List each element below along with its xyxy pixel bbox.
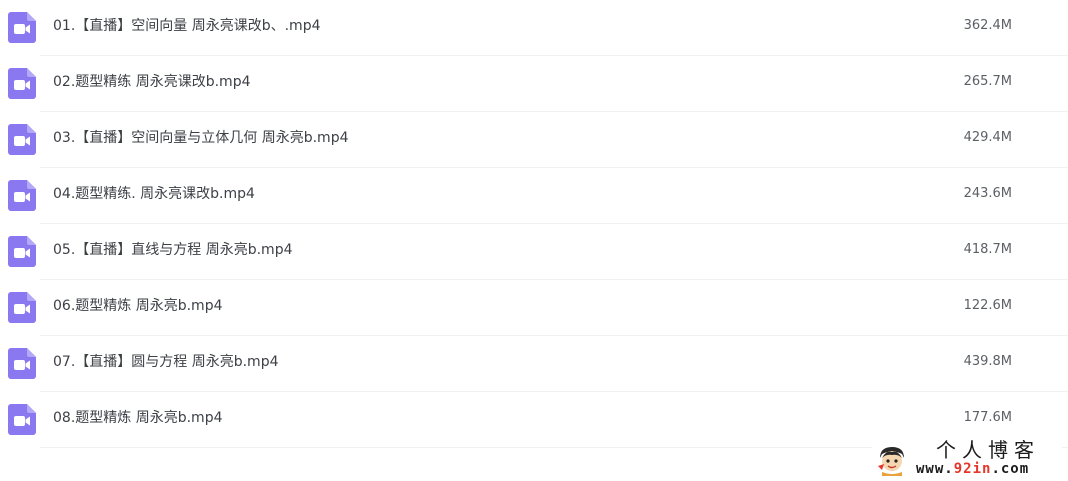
file-row[interactable]: 02.题型精练 周永亮课改b.mp4 265.7M [0, 56, 1068, 112]
cartoon-avatar-icon [878, 447, 904, 476]
file-name[interactable]: 07.【直播】圆与方程 周永亮b.mp4 [53, 352, 278, 372]
file-name[interactable]: 06.题型精炼 周永亮b.mp4 [53, 296, 222, 316]
file-row[interactable]: 04.题型精练. 周永亮课改b.mp4 243.6M [0, 168, 1068, 224]
file-name[interactable]: 08.题型精炼 周永亮b.mp4 [53, 408, 222, 428]
watermark: 个人博客 www.92in.com [872, 438, 1062, 478]
file-row[interactable]: 05.【直播】直线与方程 周永亮b.mp4 418.7M [0, 224, 1068, 280]
video-file-icon [8, 68, 36, 99]
video-file-icon [8, 348, 36, 379]
file-size: 122.6M [963, 298, 1012, 313]
file-size: 177.6M [963, 410, 1012, 425]
file-size: 439.8M [963, 354, 1012, 369]
file-row[interactable]: 03.【直播】空间向量与立体几何 周永亮b.mp4 429.4M [0, 112, 1068, 168]
file-name[interactable]: 01.【直播】空间向量 周永亮课改b、.mp4 [53, 16, 320, 36]
watermark-url: www.92in.com [916, 460, 1029, 478]
video-file-icon [8, 124, 36, 155]
file-row[interactable]: 01.【直播】空间向量 周永亮课改b、.mp4 362.4M [0, 0, 1068, 56]
file-name[interactable]: 04.题型精练. 周永亮课改b.mp4 [53, 184, 255, 204]
file-size: 418.7M [963, 242, 1012, 257]
video-file-icon [8, 404, 36, 435]
watermark-url-suffix: .com [991, 461, 1030, 477]
watermark-title: 个人博客 [936, 438, 1040, 462]
watermark-url-highlight: 92in [953, 461, 992, 477]
file-list: 01.【直播】空间向量 周永亮课改b、.mp4 362.4M 02.题型精练 周… [0, 0, 1068, 448]
file-name[interactable]: 02.题型精练 周永亮课改b.mp4 [53, 72, 250, 92]
video-file-icon [8, 180, 36, 211]
file-size: 362.4M [963, 18, 1012, 33]
video-file-icon [8, 236, 36, 267]
video-file-icon [8, 292, 36, 323]
file-size: 265.7M [963, 74, 1012, 89]
file-size: 429.4M [963, 130, 1012, 145]
watermark-url-prefix: www. [916, 461, 954, 477]
file-row[interactable]: 07.【直播】圆与方程 周永亮b.mp4 439.8M [0, 336, 1068, 392]
video-file-icon [8, 12, 36, 43]
file-name[interactable]: 05.【直播】直线与方程 周永亮b.mp4 [53, 240, 292, 260]
file-size: 243.6M [963, 186, 1012, 201]
file-row[interactable]: 06.题型精炼 周永亮b.mp4 122.6M [0, 280, 1068, 336]
file-name[interactable]: 03.【直播】空间向量与立体几何 周永亮b.mp4 [53, 128, 348, 148]
